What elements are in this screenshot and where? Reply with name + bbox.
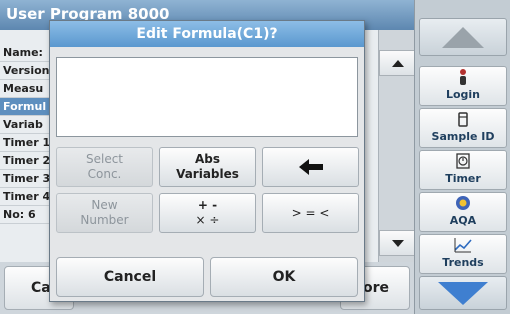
- scroll-up-button[interactable]: [379, 50, 415, 76]
- select-conc-label-line1: Select: [85, 152, 124, 166]
- arrow-up-icon: [442, 27, 484, 48]
- person-icon: [420, 68, 506, 88]
- cancel-button[interactable]: Cancel: [56, 257, 204, 297]
- aqa-label: AQA: [449, 214, 477, 227]
- background-cancel-label: Ca: [31, 280, 51, 296]
- formula-input[interactable]: [56, 57, 358, 137]
- comparison-button[interactable]: > = <: [262, 193, 359, 233]
- timer-button[interactable]: Timer: [419, 150, 507, 190]
- login-button[interactable]: Login: [419, 66, 507, 106]
- timer-label: Timer: [445, 172, 481, 185]
- background-store-label: ore: [363, 280, 390, 296]
- arrow-left-icon: [298, 159, 323, 175]
- abs-variables-button[interactable]: Abs Variables: [159, 147, 256, 187]
- abs-variables-label-line2: Variables: [176, 167, 239, 181]
- trends-icon: [420, 236, 506, 256]
- timer-icon: [420, 152, 506, 172]
- aqa-icon: [420, 194, 506, 214]
- ok-label: OK: [272, 269, 296, 285]
- select-conc-button[interactable]: Select Conc.: [56, 147, 153, 187]
- triangle-down-icon: [392, 240, 404, 247]
- comparison-label: > = <: [291, 205, 330, 220]
- nav-up-button[interactable]: [419, 18, 507, 56]
- new-number-button[interactable]: New Number: [56, 193, 153, 233]
- operators-label-line1: + -: [197, 198, 218, 212]
- operators-label-line2: × ÷: [195, 213, 220, 227]
- ok-button[interactable]: OK: [210, 257, 358, 297]
- trends-label: Trends: [442, 256, 484, 269]
- new-number-label-line2: Number: [80, 213, 129, 227]
- operators-button[interactable]: + - × ÷: [159, 193, 256, 233]
- sample-icon: [420, 110, 506, 130]
- list-scrollbar[interactable]: [378, 30, 415, 262]
- backspace-button[interactable]: [262, 147, 359, 187]
- abs-variables-label-line1: Abs: [194, 152, 221, 166]
- nav-down-button[interactable]: [419, 276, 507, 310]
- login-label: Login: [445, 88, 481, 101]
- scroll-down-button[interactable]: [379, 230, 415, 256]
- sample-id-label: Sample ID: [431, 130, 495, 143]
- trends-button[interactable]: Trends: [419, 234, 507, 274]
- new-number-label-line1: New: [91, 198, 118, 212]
- select-conc-label-line2: Conc.: [87, 167, 122, 181]
- triangle-up-icon: [392, 60, 404, 67]
- cancel-label: Cancel: [103, 269, 157, 285]
- sidebar: Login Sample ID Timer AQA Trends: [414, 0, 510, 314]
- edit-formula-dialog: Edit Formula(C1)? Select Conc. Abs Varia…: [49, 20, 365, 302]
- sample-id-button[interactable]: Sample ID: [419, 108, 507, 148]
- arrow-down-icon: [438, 282, 488, 305]
- aqa-button[interactable]: AQA: [419, 192, 507, 232]
- dialog-title: Edit Formula(C1)?: [50, 21, 364, 47]
